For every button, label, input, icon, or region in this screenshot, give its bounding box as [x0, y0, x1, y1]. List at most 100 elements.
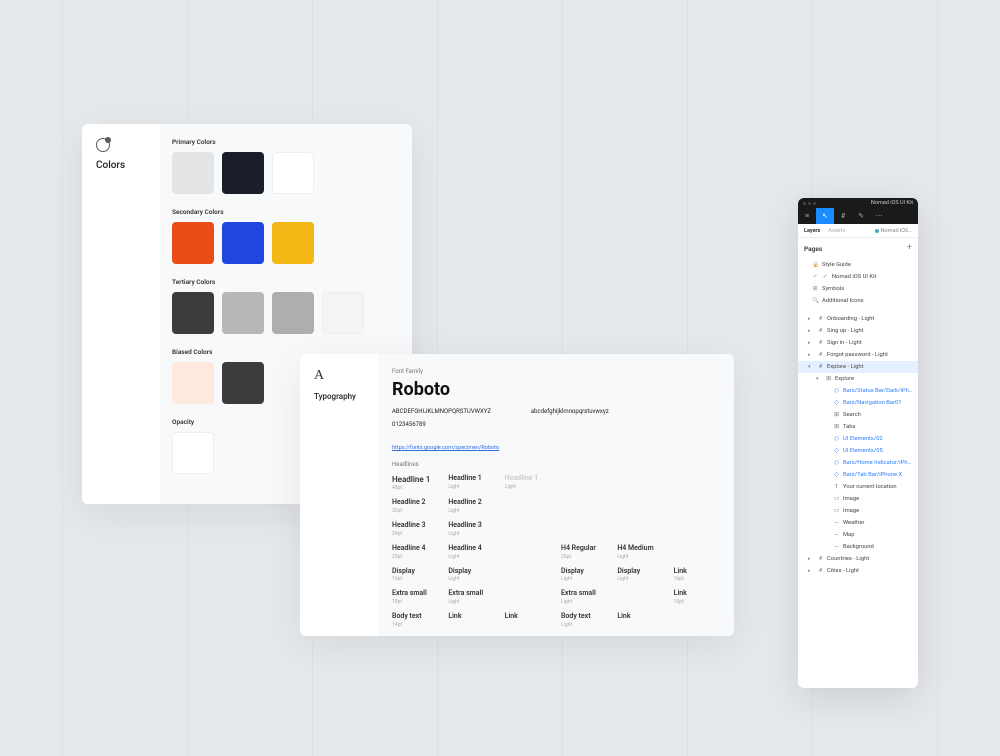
page-item[interactable]: ⊞Symbols — [798, 283, 918, 295]
typo-sample — [617, 498, 663, 515]
layer-item[interactable]: ◇Bars/Status Bar/Dark/iPh… — [798, 385, 918, 397]
color-swatch[interactable] — [272, 222, 314, 264]
page-label: Nomad iOS UI Kit — [832, 274, 876, 280]
layer-icon: ▭ — [833, 496, 840, 502]
typo-sample: Headline 2Light — [448, 498, 494, 515]
font-link[interactable]: https://fonts.google.com/specimen/Roboto — [392, 445, 499, 451]
page-check-icon: ✓ — [812, 274, 818, 280]
font-name: Roboto — [392, 379, 720, 400]
more-tool-icon[interactable]: ⋯ — [870, 208, 888, 224]
color-swatch[interactable] — [172, 362, 214, 404]
window-controls[interactable] — [803, 202, 816, 205]
layer-item[interactable]: ▸#Sign in - Light — [798, 337, 918, 349]
layer-label: Sing up - Light — [827, 328, 864, 334]
layer-label: Onboarding - Light — [827, 316, 874, 322]
page-item[interactable]: 🔒Style Guide — [798, 259, 918, 271]
frame-tool-icon[interactable]: # — [834, 208, 852, 224]
layer-item[interactable]: ◇Bars/Home Indicator/iPh… — [798, 457, 918, 469]
expand-icon[interactable]: ▾ — [816, 376, 822, 382]
layer-item[interactable]: ▸#Onboarding - Light — [798, 313, 918, 325]
swatch-row — [172, 292, 398, 334]
layer-item[interactable]: —Background — [798, 541, 918, 553]
layers-panel: Nomad iOS UI Kit ≡ ↖ # ✎ ⋯ Layers Assets… — [798, 198, 918, 688]
expand-icon[interactable]: ▸ — [808, 352, 814, 358]
layer-item[interactable]: ⊞Search — [798, 409, 918, 421]
color-swatch[interactable] — [272, 292, 314, 334]
typo-sample: Link10pt — [674, 589, 720, 606]
panel-tabs: Layers Assets Nomad iOS… — [798, 224, 918, 238]
menu-icon[interactable]: ≡ — [798, 208, 816, 224]
layer-item[interactable]: ▸#Forgot password - Light — [798, 349, 918, 361]
layer-item[interactable]: TYour current location — [798, 481, 918, 493]
layer-item[interactable]: —Weather — [798, 517, 918, 529]
typo-sample: Headline 1Light — [505, 474, 551, 492]
typo-sample — [505, 567, 551, 584]
swatch-row — [172, 152, 398, 194]
typo-sample — [617, 589, 663, 606]
typography-sidebar: A Typography — [300, 354, 378, 636]
layer-icon: ◇ — [833, 460, 840, 466]
layer-label: Map — [843, 532, 854, 538]
layer-item[interactable]: ▸#Sing up - Light — [798, 325, 918, 337]
layer-icon: ◇ — [833, 400, 840, 406]
page-icon: 🔍 — [812, 298, 818, 304]
color-section: Secondary Colors — [172, 208, 398, 264]
expand-icon[interactable]: ▸ — [808, 556, 814, 562]
expand-icon[interactable]: ▸ — [808, 316, 814, 322]
typography-icon: A — [314, 368, 378, 384]
typo-sample: H4 Regular20pt — [561, 544, 607, 561]
pages-label: Pages — [804, 245, 822, 253]
tab-assets[interactable]: Assets — [828, 228, 845, 234]
layer-item[interactable]: ⊞Tabs — [798, 421, 918, 433]
color-swatch[interactable] — [172, 222, 214, 264]
layer-icon: ⊞ — [833, 424, 840, 430]
typo-sample — [674, 521, 720, 538]
add-page-button[interactable]: + — [907, 244, 912, 253]
color-swatch[interactable] — [322, 292, 364, 334]
expand-icon[interactable]: ▾ — [808, 364, 814, 370]
page-item[interactable]: ✓✓Nomad iOS UI Kit — [798, 271, 918, 283]
layer-icon: # — [817, 328, 824, 334]
layer-item[interactable]: ◇Bars/Navigation Bar01 — [798, 397, 918, 409]
layer-label: Cities - Light — [827, 568, 859, 574]
layer-icon: ▭ — [833, 508, 840, 514]
expand-icon[interactable]: ▸ — [808, 328, 814, 334]
color-swatch[interactable] — [172, 292, 214, 334]
expand-icon[interactable]: ▸ — [808, 568, 814, 574]
layer-label: Sign in - Light — [827, 340, 862, 346]
layer-item[interactable]: ◇Bars/Tab Bar/iPhone X — [798, 469, 918, 481]
color-swatch[interactable] — [222, 362, 264, 404]
page-icon: 🔒 — [812, 262, 818, 268]
layer-label: Bars/Home Indicator/iPh… — [843, 460, 911, 466]
expand-icon[interactable]: ▸ — [808, 340, 814, 346]
layer-icon: — — [833, 520, 840, 526]
project-selector[interactable]: Nomad iOS… — [875, 228, 912, 234]
color-swatch[interactable] — [222, 222, 264, 264]
color-swatch[interactable] — [172, 152, 214, 194]
section-title: Primary Colors — [172, 138, 398, 146]
color-swatch[interactable] — [222, 152, 264, 194]
pen-tool-icon[interactable]: ✎ — [852, 208, 870, 224]
layer-item[interactable]: ◇UI Elements/05 — [798, 445, 918, 457]
panel-titlebar[interactable]: Nomad iOS UI Kit — [798, 198, 918, 208]
color-swatch[interactable] — [222, 292, 264, 334]
layer-item[interactable]: ▾⊞Explore — [798, 373, 918, 385]
layer-item[interactable]: ◇UI Elements/02 — [798, 433, 918, 445]
layer-item[interactable]: ▭Image — [798, 493, 918, 505]
layer-label: UI Elements/05 — [843, 448, 883, 454]
move-tool-icon[interactable]: ↖ — [816, 208, 834, 224]
layer-item[interactable]: ▸#Countries - Light — [798, 553, 918, 565]
tab-layers[interactable]: Layers — [804, 228, 820, 234]
layer-item[interactable]: ▭Image — [798, 505, 918, 517]
typo-sample — [561, 474, 607, 492]
typo-sample: Extra small10pt — [392, 589, 438, 606]
palette-icon — [96, 138, 110, 152]
layer-item[interactable]: —Map — [798, 529, 918, 541]
color-swatch[interactable] — [272, 152, 314, 194]
layer-label: Image — [843, 508, 859, 514]
color-swatch[interactable] — [172, 432, 214, 474]
layer-item[interactable]: ▾#Explore - Light — [798, 361, 918, 373]
typo-sample: DisplayLight — [561, 567, 607, 584]
page-item[interactable]: 🔍Additional Icons — [798, 295, 918, 307]
layer-item[interactable]: ▸#Cities - Light — [798, 565, 918, 577]
